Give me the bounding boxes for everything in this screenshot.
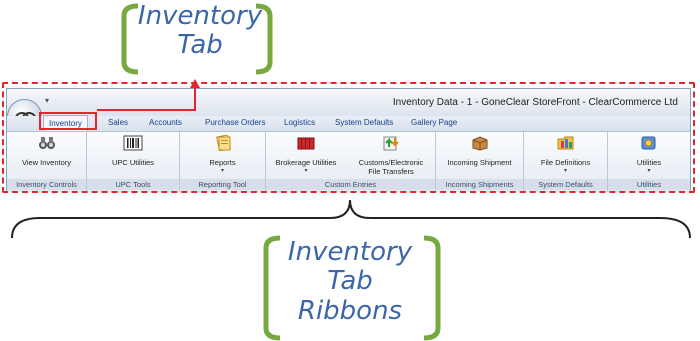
arrow-connector [97, 85, 196, 111]
curly-brace-shape [11, 199, 691, 239]
right-bracket-shape [423, 235, 441, 341]
left-bracket-shape [121, 3, 139, 75]
arrow-head-icon [190, 79, 200, 88]
left-bracket-shape [263, 235, 281, 341]
right-bracket-shape [255, 3, 273, 75]
annotation-overlay [11, 3, 691, 341]
